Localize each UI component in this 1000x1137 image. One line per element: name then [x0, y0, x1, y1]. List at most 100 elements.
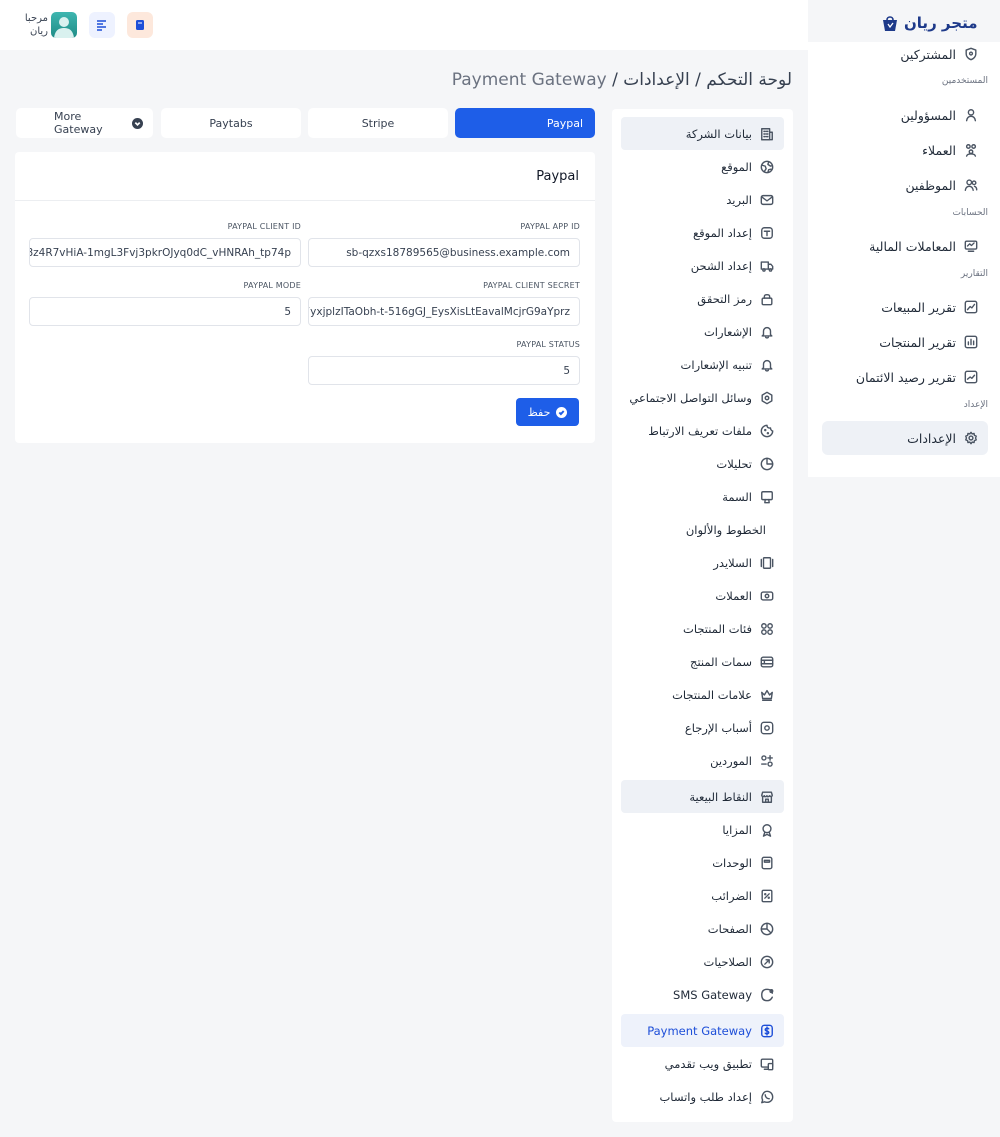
settings-item-payment-gateway[interactable]: Payment Gateway	[621, 1014, 784, 1047]
settings-item-theme[interactable]: السمة	[621, 480, 784, 513]
sidebar-item-credit-report[interactable]: تقرير رصيد الائتمان	[822, 360, 988, 394]
whatsapp-icon	[760, 1090, 774, 1104]
settings-item-product-brands[interactable]: علامات المنتجات	[621, 678, 784, 711]
settings-item-units[interactable]: الوحدات	[621, 846, 784, 879]
sidebar-item-customers[interactable]: العملاء	[822, 133, 988, 167]
sidebar-item-label: الموظفين	[905, 177, 956, 193]
user-greeting: مرحبا ريان	[24, 12, 48, 38]
settings-item-pos[interactable]: النقاط البيعية	[621, 780, 784, 813]
tab-more-gateway[interactable]: More Gateway	[16, 108, 153, 138]
user-avatar-icon	[54, 17, 74, 38]
main-sidebar: المشتركين المستخدمين المسؤولين العملاء ا…	[808, 42, 1000, 477]
greeting-text: مرحبا	[24, 13, 48, 24]
settings-item-taxes[interactable]: الضرائب	[621, 879, 784, 912]
sidebar-item-sales-report[interactable]: تقرير المبيعات	[822, 290, 988, 324]
tab-more-label: More Gateway	[54, 110, 103, 136]
settings-item-social[interactable]: وسائل التواصل الاجتماعي	[621, 381, 784, 414]
avatar[interactable]	[51, 12, 77, 38]
site-settings-icon	[760, 226, 774, 240]
settings-item-cookies[interactable]: ملفات تعريف الارتباط	[621, 414, 784, 447]
section-accounts: الحسابات	[952, 208, 988, 218]
menu-toggle-button[interactable]	[89, 12, 115, 38]
breadcrumb-current: Payment Gateway	[451, 70, 607, 90]
settings-item-product-attributes[interactable]: سمات المنتج	[621, 645, 784, 678]
settings-item-label: الموقع	[721, 159, 752, 174]
paypal-app-id-label: PAYPAL APP ID	[520, 222, 580, 231]
tab-stripe[interactable]: Stripe	[308, 108, 448, 138]
section-reports: التقارير	[960, 269, 988, 279]
settings-item-product-categories[interactable]: فئات المنتجات	[621, 612, 784, 645]
settings-item-return-reasons[interactable]: أسباب الإرجاع	[621, 711, 784, 744]
paypal-client-id-input[interactable]: AaVmjDeLgRlV8z4R7vHiA-1mgL3Fvj3pkrOJyq0d…	[29, 238, 301, 267]
sidebar-item-products-report[interactable]: تقرير المنتجات	[822, 325, 988, 359]
permissions-icon	[760, 955, 774, 969]
settings-item-notification-alert[interactable]: تنبيه الإشعارات	[621, 348, 784, 381]
settings-item-label: الصلاحيات	[703, 954, 752, 969]
settings-item-label: الخطوط والألوان	[685, 522, 766, 537]
users-icon	[964, 178, 978, 192]
sidebar-item-settings[interactable]: الإعدادات	[822, 421, 988, 455]
breadcrumb-dashboard[interactable]: لوحة التحكم	[706, 70, 792, 90]
settings-item-company[interactable]: بيانات الشركة	[621, 117, 784, 150]
cookie-icon	[760, 424, 774, 438]
settings-item-mail[interactable]: البريد	[621, 183, 784, 216]
top-bar: مرحبا ريان	[0, 0, 808, 50]
settings-item-permissions[interactable]: الصلاحيات	[621, 945, 784, 978]
settings-item-currencies[interactable]: العملات	[621, 579, 784, 612]
sidebar-item-employees[interactable]: الموظفين	[822, 168, 988, 202]
settings-item-label: تطبيق ويب تقدمي	[664, 1056, 752, 1071]
settings-item-suppliers[interactable]: الموردين	[621, 744, 784, 777]
settings-item-fonts-colors[interactable]: الخطوط والألوان	[621, 513, 784, 546]
sidebar-item-admins[interactable]: المسؤولين	[822, 98, 988, 132]
tab-paypal[interactable]: Paypal	[455, 108, 595, 138]
paypal-app-id-input[interactable]: sb-qzxs18789565@business.example.com	[308, 238, 580, 267]
paypal-mode-input[interactable]: 5	[29, 297, 301, 326]
settings-item-label: العملات	[715, 588, 752, 603]
sidebar-item-transactions[interactable]: المعاملات المالية	[822, 229, 988, 263]
sidebar-item-label: العملاء	[922, 142, 956, 158]
settings-item-shipping[interactable]: إعداد الشحن	[621, 249, 784, 282]
store-logo[interactable]: متجر ريان	[880, 8, 990, 38]
settings-item-label: رمز التحقق	[697, 291, 752, 306]
settings-item-whatsapp[interactable]: إعداد طلب واتساب	[621, 1080, 784, 1113]
settings-item-pwa[interactable]: تطبيق ويب تقدمي	[621, 1047, 784, 1080]
settings-item-features[interactable]: المزايا	[621, 813, 784, 846]
check-circle-icon	[556, 406, 568, 418]
paypal-app-id-value: sb-qzxs18789565@business.example.com	[346, 246, 570, 259]
theme-icon	[760, 490, 774, 504]
trend-chart-icon	[964, 370, 978, 384]
tax-icon	[760, 889, 774, 903]
book-button[interactable]	[127, 12, 153, 38]
sidebar-item-label: تقرير المبيعات	[881, 299, 956, 315]
settings-item-label: وسائل التواصل الاجتماعي	[629, 390, 752, 405]
bell-icon	[760, 325, 774, 339]
paypal-status-label: PAYPAL STATUS	[516, 340, 580, 349]
sidebar-item-subscribers[interactable]: المشتركين	[822, 37, 988, 71]
users-group-icon	[964, 143, 978, 157]
breadcrumb-settings[interactable]: الإعدادات	[623, 70, 690, 90]
breadcrumb-separator: /	[612, 70, 618, 90]
save-button[interactable]: حفظ	[516, 398, 579, 426]
settings-item-slider[interactable]: السلايدر	[621, 546, 784, 579]
mail-icon	[760, 193, 774, 207]
settings-item-otp[interactable]: رمز التحقق	[621, 282, 784, 315]
card-title: Paypal	[536, 169, 579, 184]
tab-paytabs[interactable]: Paytabs	[161, 108, 301, 138]
settings-item-label: الموردين	[710, 753, 752, 768]
settings-item-analytics[interactable]: تحليلات	[621, 447, 784, 480]
settings-item-pages[interactable]: الصفحات	[621, 912, 784, 945]
attributes-icon	[760, 655, 774, 669]
settings-item-label: المزايا	[722, 822, 752, 837]
settings-item-site-setup[interactable]: إعداد الموقع	[621, 216, 784, 249]
paypal-status-input[interactable]: 5	[308, 356, 580, 385]
settings-item-notifications[interactable]: الإشعارات	[621, 315, 784, 348]
chevron-down-icon	[132, 117, 143, 129]
settings-item-label: إعداد طلب واتساب	[659, 1089, 752, 1104]
settings-item-label: Payment Gateway	[647, 1023, 752, 1038]
globe-icon	[760, 160, 774, 174]
settings-item-location[interactable]: الموقع	[621, 150, 784, 183]
settings-item-label: سمات المنتج	[690, 654, 752, 669]
settings-item-label: فئات المنتجات	[683, 621, 752, 636]
paypal-client-secret-input[interactable]: vqNLI7yxjplzITaObh-t-516gGJ_EysXisLtEava…	[308, 297, 580, 326]
settings-item-sms-gateway[interactable]: SMS Gateway	[621, 978, 784, 1011]
